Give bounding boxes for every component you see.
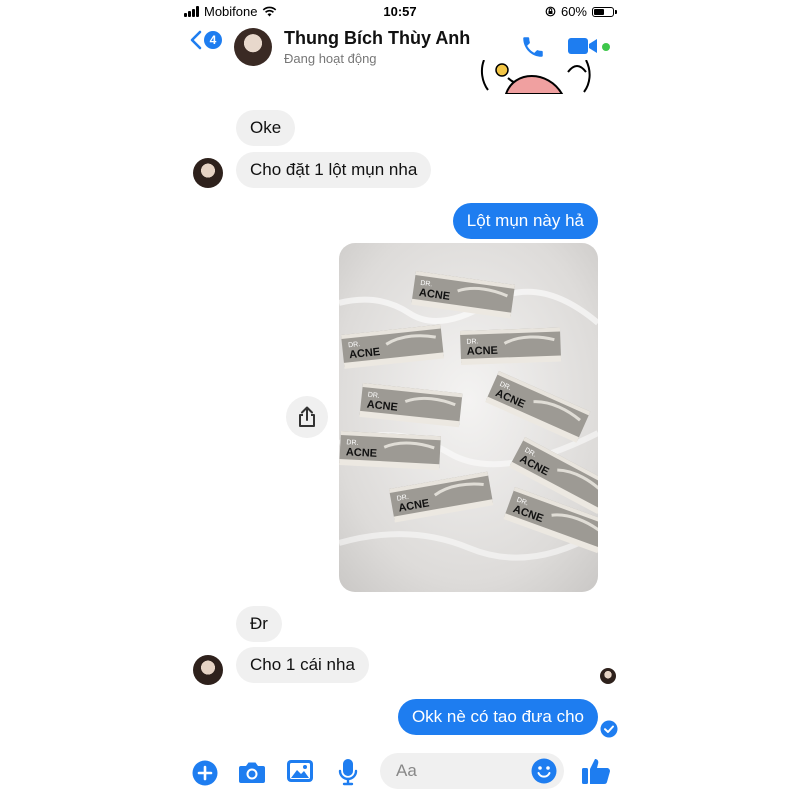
- microphone-icon[interactable]: [338, 758, 358, 786]
- sticker-image: [476, 60, 596, 94]
- check-circle-icon: [600, 720, 618, 738]
- orientation-lock-icon: [545, 6, 556, 17]
- share-button[interactable]: [286, 396, 328, 438]
- messenger-screen: Mobifone 10:57 60% 4 Thung Bích Thùy Anh…: [176, 0, 624, 800]
- phone-icon[interactable]: [520, 34, 546, 60]
- incoming-message[interactable]: Đr: [236, 606, 282, 642]
- share-icon: [299, 406, 315, 427]
- emoji-icon[interactable]: [531, 758, 557, 784]
- incoming-message[interactable]: Cho đặt 1 lột mụn nha: [236, 152, 432, 188]
- camera-icon[interactable]: [238, 760, 266, 784]
- status-bar: Mobifone 10:57 60%: [176, 0, 624, 22]
- composer-bar: [176, 748, 624, 800]
- battery-percent: 60%: [560, 4, 587, 19]
- chevron-left-icon: [190, 30, 202, 50]
- shared-photo[interactable]: DR. ACNE DR. ACNE DR. ACNE DR. ACNE DR. …: [339, 243, 598, 592]
- contact-name[interactable]: Thung Bích Thùy Anh: [284, 28, 470, 49]
- battery-icon: [592, 6, 617, 17]
- incoming-message[interactable]: Cho 1 cái nha: [236, 647, 369, 683]
- online-indicator: [602, 43, 610, 51]
- contact-avatar[interactable]: [234, 28, 272, 66]
- outgoing-message[interactable]: Lột mụn này hả: [452, 203, 598, 239]
- image-icon[interactable]: [286, 759, 314, 783]
- status-right: 60%: [545, 4, 617, 19]
- incoming-message[interactable]: Oke: [236, 110, 296, 146]
- box-brand: ACNE: [346, 446, 378, 460]
- thumbs-up-icon[interactable]: [581, 756, 611, 786]
- sender-avatar[interactable]: [193, 158, 223, 188]
- outgoing-message[interactable]: Okk nè có tao đưa cho: [397, 699, 598, 735]
- sender-avatar[interactable]: [193, 655, 223, 685]
- video-camera-icon[interactable]: [567, 36, 599, 56]
- contact-status: Đang hoạt động: [284, 51, 377, 66]
- read-receipt-avatar: [600, 668, 616, 684]
- unread-count-badge: 4: [204, 31, 222, 49]
- back-button[interactable]: 4: [190, 30, 222, 50]
- plus-icon[interactable]: [192, 760, 218, 786]
- box-brand: ACNE: [467, 345, 499, 358]
